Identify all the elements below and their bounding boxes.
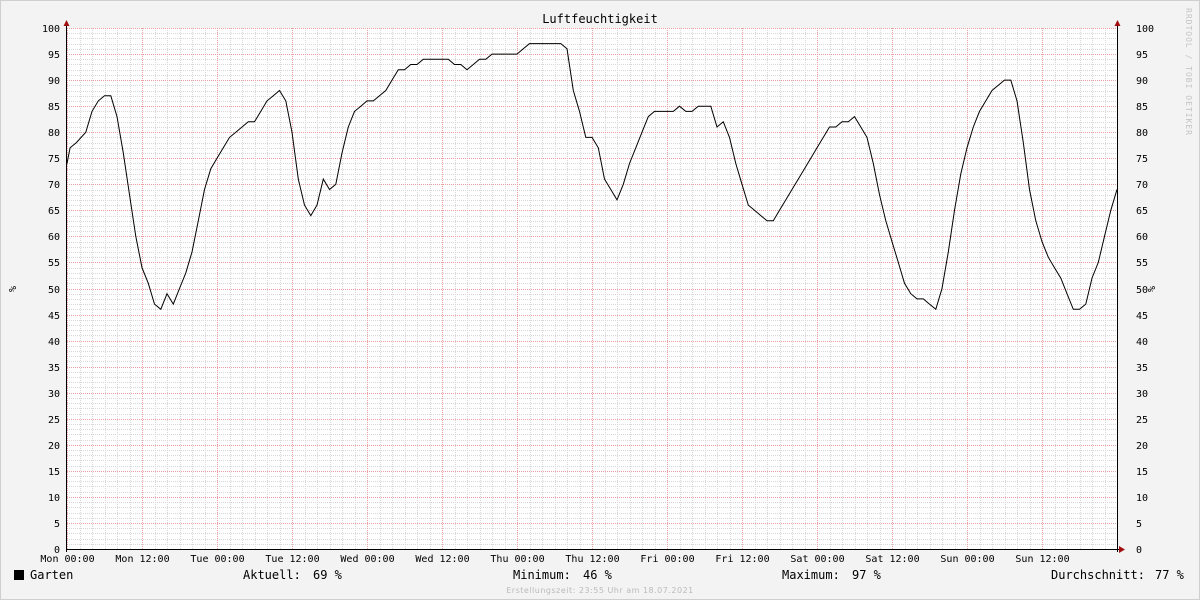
y-tick-label-right: 0: [1136, 545, 1142, 556]
legend-min-label: Minimum:: [513, 568, 571, 582]
y-tick-label-left: 85: [48, 102, 60, 113]
y-tick-label-left: 95: [48, 50, 60, 61]
x-tick-label: Sun 12:00: [1015, 554, 1069, 565]
y-tick-label-right: 60: [1136, 232, 1148, 243]
y-tick-label-left: 80: [48, 128, 60, 139]
y-tick-label-left: 60: [48, 232, 60, 243]
legend-current-value: 69 %: [313, 568, 342, 582]
y-tick-label-right: 40: [1136, 337, 1148, 348]
x-tick-label: Mon 00:00: [40, 554, 94, 565]
y-axis-label-left: %: [6, 286, 17, 292]
x-tick-label: Wed 00:00: [340, 554, 394, 565]
y-tick-label-right: 80: [1136, 128, 1148, 139]
x-tick-label: Thu 12:00: [565, 554, 619, 565]
y-tick-label-left: 15: [48, 467, 60, 478]
x-tick-label: Wed 12:00: [415, 554, 469, 565]
y-axis-label-right: %: [1145, 286, 1156, 292]
rrdtool-watermark: RRDTOOL / TOBI OETIKER: [1184, 8, 1193, 136]
x-tick-label: Fri 12:00: [715, 554, 769, 565]
y-tick-label-left: 50: [48, 285, 60, 296]
legend-min-value: 46 %: [583, 568, 612, 582]
legend-max-value: 97 %: [852, 568, 881, 582]
y-tick-label-right: 95: [1136, 50, 1148, 61]
x-tick-label: Tue 12:00: [265, 554, 319, 565]
x-tick-label: Sat 12:00: [865, 554, 919, 565]
x-axis-arrow-icon: [1119, 546, 1125, 553]
legend-series-name: Garten: [30, 568, 74, 582]
y-axis-arrow-left-icon: [63, 20, 70, 26]
legend-swatch: [14, 570, 24, 580]
y-tick-label-right: 20: [1136, 441, 1148, 452]
x-tick-label: Thu 00:00: [490, 554, 544, 565]
legend-avg-label: Durchschnitt:: [1051, 568, 1145, 582]
chart-title: Luftfeuchtigkeit: [542, 12, 658, 26]
y-tick-label-left: 75: [48, 154, 60, 165]
x-tick-label: Sun 00:00: [940, 554, 994, 565]
y-tick-label-right: 70: [1136, 180, 1148, 191]
y-tick-label-left: 45: [48, 311, 60, 322]
y-tick-label-left: 20: [48, 441, 60, 452]
y-tick-label-left: 90: [48, 76, 60, 87]
x-tick-label: Fri 00:00: [640, 554, 694, 565]
y-tick-label-right: 25: [1136, 415, 1148, 426]
y-tick-label-left: 5: [54, 519, 60, 530]
x-tick-labels: Mon 00:00 Mon 12:00 Tue 00:00 Tue 12:00 Wed …: [40, 554, 1069, 565]
y-tick-label-right: 35: [1136, 363, 1148, 374]
y-tick-label-left: 10: [48, 493, 60, 504]
creation-time-footer: Erstellungszeit: 23:55 Uhr am 18.07.2021: [506, 586, 694, 595]
y-tick-label-left: 40: [48, 337, 60, 348]
y-tick-label-right: 90: [1136, 76, 1148, 87]
y-tick-label-right: 30: [1136, 389, 1148, 400]
x-tick-label: Mon 12:00: [115, 554, 169, 565]
legend-current-label: Aktuell:: [243, 568, 301, 582]
x-tick-label: Sat 00:00: [790, 554, 844, 565]
y-tick-label-left: 55: [48, 258, 60, 269]
y-tick-label-right: 100: [1136, 24, 1154, 35]
y-tick-label-right: 65: [1136, 206, 1148, 217]
y-tick-label-left: 25: [48, 415, 60, 426]
y-tick-label-left: 30: [48, 389, 60, 400]
y-tick-labels-left: 0510152025303540455055606570758085909510…: [42, 24, 60, 556]
y-tick-label-left: 100: [42, 24, 60, 35]
legend-max-label: Maximum:: [782, 568, 840, 582]
y-tick-label-right: 15: [1136, 467, 1148, 478]
y-tick-label-left: 35: [48, 363, 60, 374]
y-tick-label-right: 55: [1136, 258, 1148, 269]
y-tick-label-left: 70: [48, 180, 60, 191]
y-tick-label-right: 5: [1136, 519, 1142, 530]
y-tick-label-left: 65: [48, 206, 60, 217]
chart-svg: Luftfeuchtigkeit 0 5 10 15 20 25 30 35 40 45 50 55 6…: [6, 12, 1156, 565]
y-tick-label-right: 10: [1136, 493, 1148, 504]
y-tick-label-right: 85: [1136, 102, 1148, 113]
y-tick-label-right: 45: [1136, 311, 1148, 322]
y-tick-label-right: 75: [1136, 154, 1148, 165]
legend-avg-value: 77 %: [1155, 568, 1184, 582]
y-axis-arrow-right-icon: [1114, 20, 1121, 26]
x-tick-label: Tue 00:00: [190, 554, 244, 565]
legend: Garten Aktuell: 69 % Minimum: 46 % Maxim…: [0, 568, 1200, 584]
